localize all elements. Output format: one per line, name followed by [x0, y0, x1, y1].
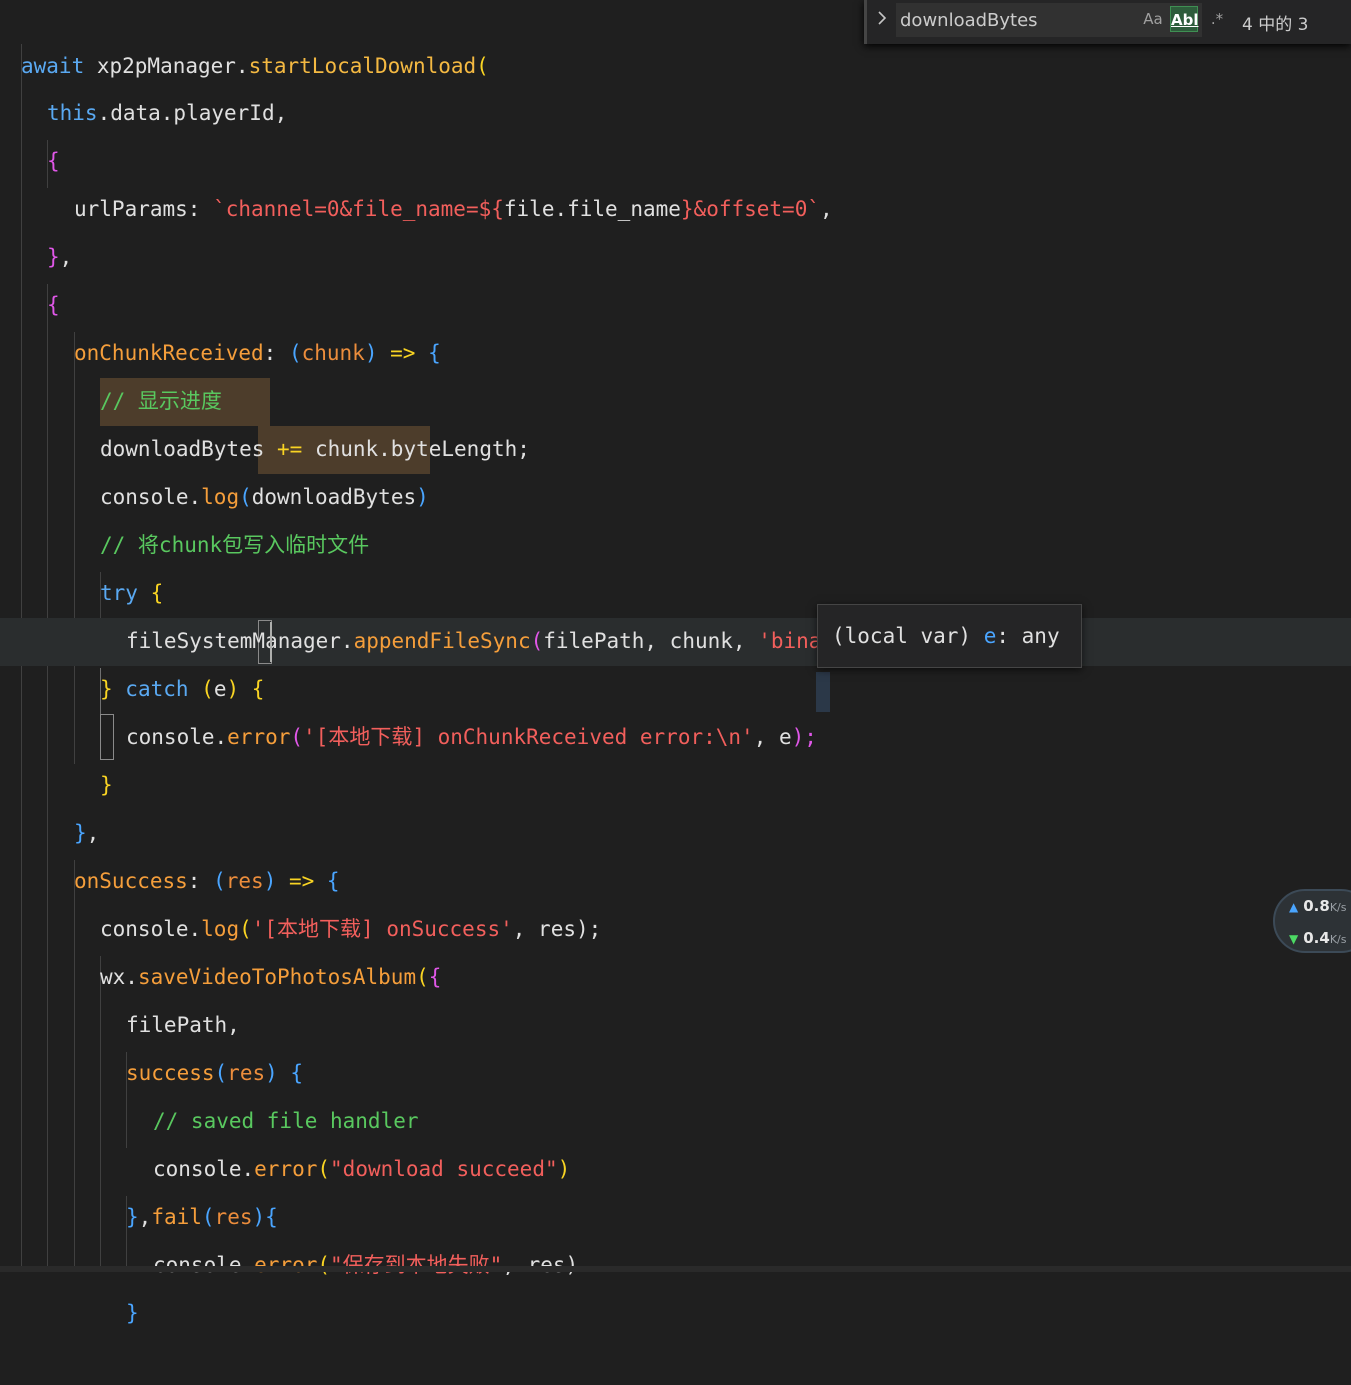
- code-line-13: fileSystemManager.appendFileSync(filePat…: [0, 569, 1351, 653]
- find-widget-sash[interactable]: [864, 0, 867, 44]
- match-count: 4 中的 3: [1242, 15, 1309, 35]
- code-line-8: // 显示进度: [0, 329, 1351, 413]
- code-line-9: downloadBytes += chunk.byteLength;: [0, 377, 1351, 461]
- code-line-17: },: [0, 761, 1351, 845]
- code-line-21: filePath,: [0, 953, 1351, 1037]
- token: }: [126, 1301, 139, 1325]
- code-line-5: },: [0, 185, 1351, 269]
- arrow-up-icon: ▲: [1289, 900, 1299, 914]
- code-line-3: {: [0, 89, 1351, 173]
- upload-unit: K/s: [1329, 901, 1347, 914]
- code-line-20: wx.saveVideoToPhotosAlbum({: [0, 905, 1351, 989]
- code-line-10: console.log(downloadBytes): [0, 425, 1351, 509]
- horizontal-scrollbar[interactable]: [0, 1266, 1351, 1272]
- network-speed-widget[interactable]: ▲ 0.8K/s ▼ 0.4K/s: [1273, 889, 1351, 953]
- hover-prefix: (local var): [832, 624, 984, 648]
- code-line-12: try {: [0, 521, 1351, 605]
- arrow-down-icon: ▼: [1289, 932, 1299, 946]
- text-cursor: [270, 622, 272, 662]
- download-speed: ▼ 0.4K/s: [1289, 929, 1346, 947]
- code-line-16: }: [0, 713, 1351, 797]
- code-line-25: },fail(res){: [0, 1145, 1351, 1229]
- upload-speed: ▲ 0.8K/s: [1289, 897, 1346, 915]
- code-line-4: urlParams: `channel=0&file_name=${file.f…: [0, 137, 1351, 221]
- code-line-22: success(res) {: [0, 1001, 1351, 1085]
- code-line-26: console.error("保存到本地失败", res): [0, 1193, 1351, 1277]
- code-line-23: // saved file handler: [0, 1049, 1351, 1133]
- code-line-18: onSuccess: (res) => {: [0, 809, 1351, 893]
- match-whole-word-button[interactable]: Abl: [1170, 6, 1199, 32]
- code-editor[interactable]: await xp2pManager.startLocalDownload( th…: [0, 0, 1351, 1325]
- hover-tooltip: (local var) e: any: [817, 604, 1082, 668]
- code-line-24: console.error("download succeed"): [0, 1097, 1351, 1181]
- use-regex-button[interactable]: .*: [1204, 6, 1230, 32]
- hover-symbol: e: [983, 624, 997, 648]
- toggle-replace-chevron-icon[interactable]: [872, 10, 892, 32]
- code-line-27: }: [0, 1241, 1351, 1325]
- code-line-7: onChunkReceived: (chunk) => {: [0, 281, 1351, 365]
- find-widget: Aa Abl .* 4 中的 3: [864, 0, 1351, 44]
- code-line-19: console.log('[本地下载] onSuccess', res);: [0, 857, 1351, 941]
- download-value: 0.4: [1303, 929, 1330, 947]
- code-line-6: {: [0, 233, 1351, 317]
- download-unit: K/s: [1329, 933, 1347, 946]
- code-line-15: console.error('[本地下载] onChunkReceived er…: [0, 665, 1351, 749]
- code-line-11: // 将chunk包写入临时文件: [0, 473, 1351, 557]
- hover-type: : any: [996, 624, 1060, 648]
- match-case-button[interactable]: Aa: [1140, 6, 1166, 32]
- code-line-2: this.data.playerId,: [0, 41, 1351, 125]
- code-line-14: } catch (e) {: [0, 617, 1351, 701]
- upload-value: 0.8: [1303, 897, 1330, 915]
